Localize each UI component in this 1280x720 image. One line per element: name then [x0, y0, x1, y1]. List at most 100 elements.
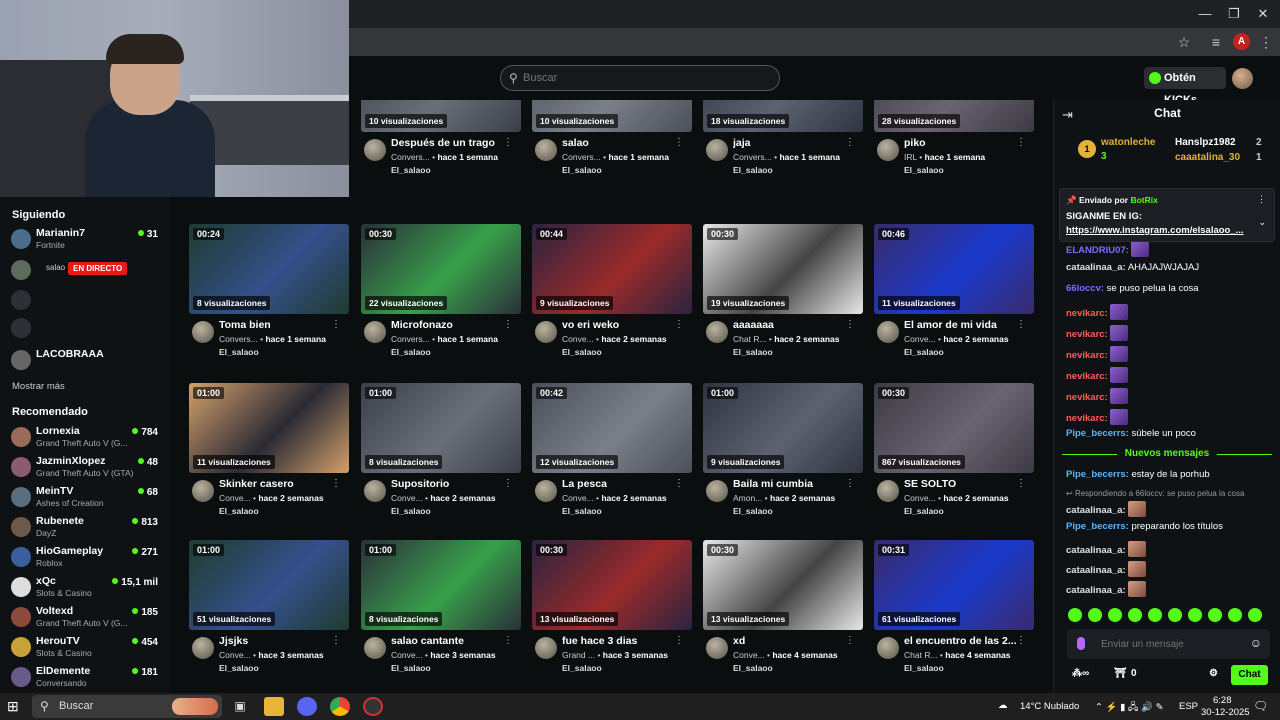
- emote-icon[interactable]: [1068, 608, 1082, 622]
- bookmark-star-icon[interactable]: ☆: [1175, 33, 1193, 51]
- tray-icons[interactable]: ⌃ ⚡ ▮ 🖧 🔊 ✎: [1095, 700, 1164, 716]
- clip-channel[interactable]: El_salaoo: [904, 165, 944, 175]
- language-indicator[interactable]: ESP: [1179, 701, 1198, 712]
- emote-icon[interactable]: [1128, 608, 1142, 622]
- clip-card[interactable]: 00:44 9 visualizaciones vo eri weko Conve..…: [532, 224, 692, 364]
- clip-channel[interactable]: El_salaoo: [391, 347, 431, 357]
- clip-title[interactable]: Microfonazo: [391, 319, 506, 331]
- channel-points-icon[interactable]: ⁂∞: [1072, 668, 1089, 679]
- clip-options-icon[interactable]: ⋮: [1016, 319, 1026, 330]
- clip-options-icon[interactable]: ⋮: [331, 319, 341, 330]
- clip-card[interactable]: 01:00 8 visualizaciones salao cantante Conv…: [361, 540, 521, 680]
- media-control-icon[interactable]: ≡: [1207, 33, 1225, 51]
- emote-icon[interactable]: [1248, 608, 1262, 622]
- channel-avatar[interactable]: [877, 480, 899, 502]
- obs-icon[interactable]: [363, 697, 383, 716]
- chat-username[interactable]: cataalinaa_a:: [1066, 262, 1126, 273]
- chevron-down-icon[interactable]: ⌄: [1258, 217, 1266, 228]
- chat-username[interactable]: nevikarc:: [1066, 329, 1108, 340]
- clock-date[interactable]: 30-12-2025: [1201, 707, 1250, 718]
- channel-avatar[interactable]: [706, 480, 728, 502]
- clip-title[interactable]: Después de un trago: [391, 137, 506, 149]
- clip-card[interactable]: 00:42 12 visualizaciones La pesca Conve... …: [532, 383, 692, 523]
- clip-channel[interactable]: El_salaoo: [733, 506, 773, 516]
- clip-thumbnail[interactable]: 00:24 8 visualizaciones: [189, 224, 349, 314]
- chat-username[interactable]: ELANDRIU07:: [1066, 245, 1129, 256]
- chat-username[interactable]: Pipe_becerrs:: [1066, 521, 1129, 532]
- clip-options-icon[interactable]: ⋮: [845, 319, 855, 330]
- clip-title[interactable]: Skinker casero: [219, 478, 334, 490]
- clip-options-icon[interactable]: ⋮: [845, 137, 855, 148]
- clip-card[interactable]: 00:30 13 visualizaciones fue hace 3 dias Gr…: [532, 540, 692, 680]
- minimize-icon[interactable]: —: [1190, 4, 1220, 24]
- clip-category[interactable]: Convers...: [562, 152, 601, 162]
- clip-category[interactable]: Convers...: [391, 334, 430, 344]
- clip-card[interactable]: 00:30 13 visualizaciones xd Conve... • hace…: [703, 540, 863, 680]
- clip-options-icon[interactable]: ⋮: [1016, 635, 1026, 646]
- chat-username[interactable]: cataalinaa_a:: [1066, 545, 1126, 556]
- clip-card[interactable]: 00:46 11 visualizaciones El amor de mi vid…: [874, 224, 1034, 364]
- clip-title[interactable]: el encuentro de las 2...: [904, 635, 1019, 647]
- channel-avatar[interactable]: [192, 321, 214, 343]
- clip-category[interactable]: Conve...: [562, 493, 594, 503]
- clip-card[interactable]: 28 visualizaciones piko IRL • hace 1 seman…: [874, 100, 1034, 182]
- clip-channel[interactable]: El_salaoo: [562, 663, 602, 673]
- leader-name[interactable]: Hanslpz1982: [1175, 137, 1236, 148]
- clip-thumbnail[interactable]: 10 visualizaciones: [361, 100, 521, 132]
- restore-icon[interactable]: ❐: [1219, 4, 1249, 24]
- clip-options-icon[interactable]: ⋮: [674, 478, 684, 489]
- clip-channel[interactable]: El_salaoo: [904, 506, 944, 516]
- leader-name[interactable]: caaatalina_30: [1175, 152, 1240, 163]
- clip-channel[interactable]: El_salaoo: [391, 663, 431, 673]
- chrome-icon[interactable]: [330, 697, 350, 716]
- channel-avatar[interactable]: [192, 637, 214, 659]
- clip-category[interactable]: Conve...: [904, 493, 936, 503]
- clip-options-icon[interactable]: ⋮: [503, 137, 513, 148]
- clip-channel[interactable]: El_salaoo: [904, 663, 944, 673]
- chat-username[interactable]: Pipe_becerrs:: [1066, 428, 1129, 439]
- clip-card[interactable]: 01:00 11 visualizaciones Skinker casero Con…: [189, 383, 349, 523]
- clip-options-icon[interactable]: ⋮: [674, 319, 684, 330]
- clip-options-icon[interactable]: ⋮: [845, 635, 855, 646]
- emote-icon[interactable]: [1228, 608, 1242, 622]
- clip-options-icon[interactable]: ⋮: [845, 478, 855, 489]
- clip-channel[interactable]: El_salaoo: [219, 347, 259, 357]
- clip-card[interactable]: 00:30 22 visualizaciones Microfonazo Conver…: [361, 224, 521, 364]
- search-input[interactable]: [523, 69, 763, 87]
- chat-username[interactable]: nevikarc:: [1066, 308, 1108, 319]
- profile-avatar[interactable]: A: [1233, 33, 1250, 50]
- chat-username[interactable]: cataalinaa_a:: [1066, 505, 1126, 516]
- clip-title[interactable]: vo eri weko: [562, 319, 677, 331]
- chat-username[interactable]: 66loccv:: [1066, 283, 1104, 294]
- clip-thumbnail[interactable]: 01:00 8 visualizaciones: [361, 540, 521, 630]
- clip-title[interactable]: fue hace 3 dias: [562, 635, 677, 647]
- clip-title[interactable]: salao cantante: [391, 635, 506, 647]
- microphone-icon[interactable]: [1077, 637, 1085, 650]
- channel-avatar[interactable]: [877, 139, 899, 161]
- chat-username[interactable]: nevikarc:: [1066, 350, 1108, 361]
- clip-category[interactable]: Conve...: [219, 650, 251, 660]
- get-kicks-button[interactable]: Obtén KICKs: [1144, 67, 1226, 106]
- clip-options-icon[interactable]: ⋮: [331, 635, 341, 646]
- clip-title[interactable]: La pesca: [562, 478, 677, 490]
- clip-title[interactable]: xd: [733, 635, 848, 647]
- leader-name[interactable]: watonleche: [1101, 137, 1155, 148]
- clip-title[interactable]: El amor de mi vida: [904, 319, 1019, 331]
- clip-title[interactable]: Baila mi cumbia: [733, 478, 848, 490]
- clip-thumbnail[interactable]: 00:31 61 visualizaciones: [874, 540, 1034, 630]
- pinned-link[interactable]: https://www.instagram.com/elsalaoo_...: [1066, 225, 1256, 236]
- chat-input-box[interactable]: ☺: [1067, 629, 1270, 659]
- channel-avatar[interactable]: [535, 480, 557, 502]
- clip-category[interactable]: Conve...: [391, 650, 423, 660]
- clip-category[interactable]: Amon...: [733, 493, 762, 503]
- clip-title[interactable]: Toma bien: [219, 319, 334, 331]
- emoji-picker-icon[interactable]: ☺: [1250, 636, 1262, 650]
- send-chat-button[interactable]: Chat: [1231, 665, 1268, 685]
- channel-avatar[interactable]: [535, 321, 557, 343]
- clip-options-icon[interactable]: ⋮: [503, 635, 513, 646]
- chat-message-input[interactable]: [1101, 636, 1241, 652]
- taskbar-search[interactable]: ⚲ Buscar: [32, 695, 222, 718]
- channel-avatar[interactable]: [706, 321, 728, 343]
- task-view-icon[interactable]: ▣: [230, 697, 250, 716]
- clip-title[interactable]: Supositorio: [391, 478, 506, 490]
